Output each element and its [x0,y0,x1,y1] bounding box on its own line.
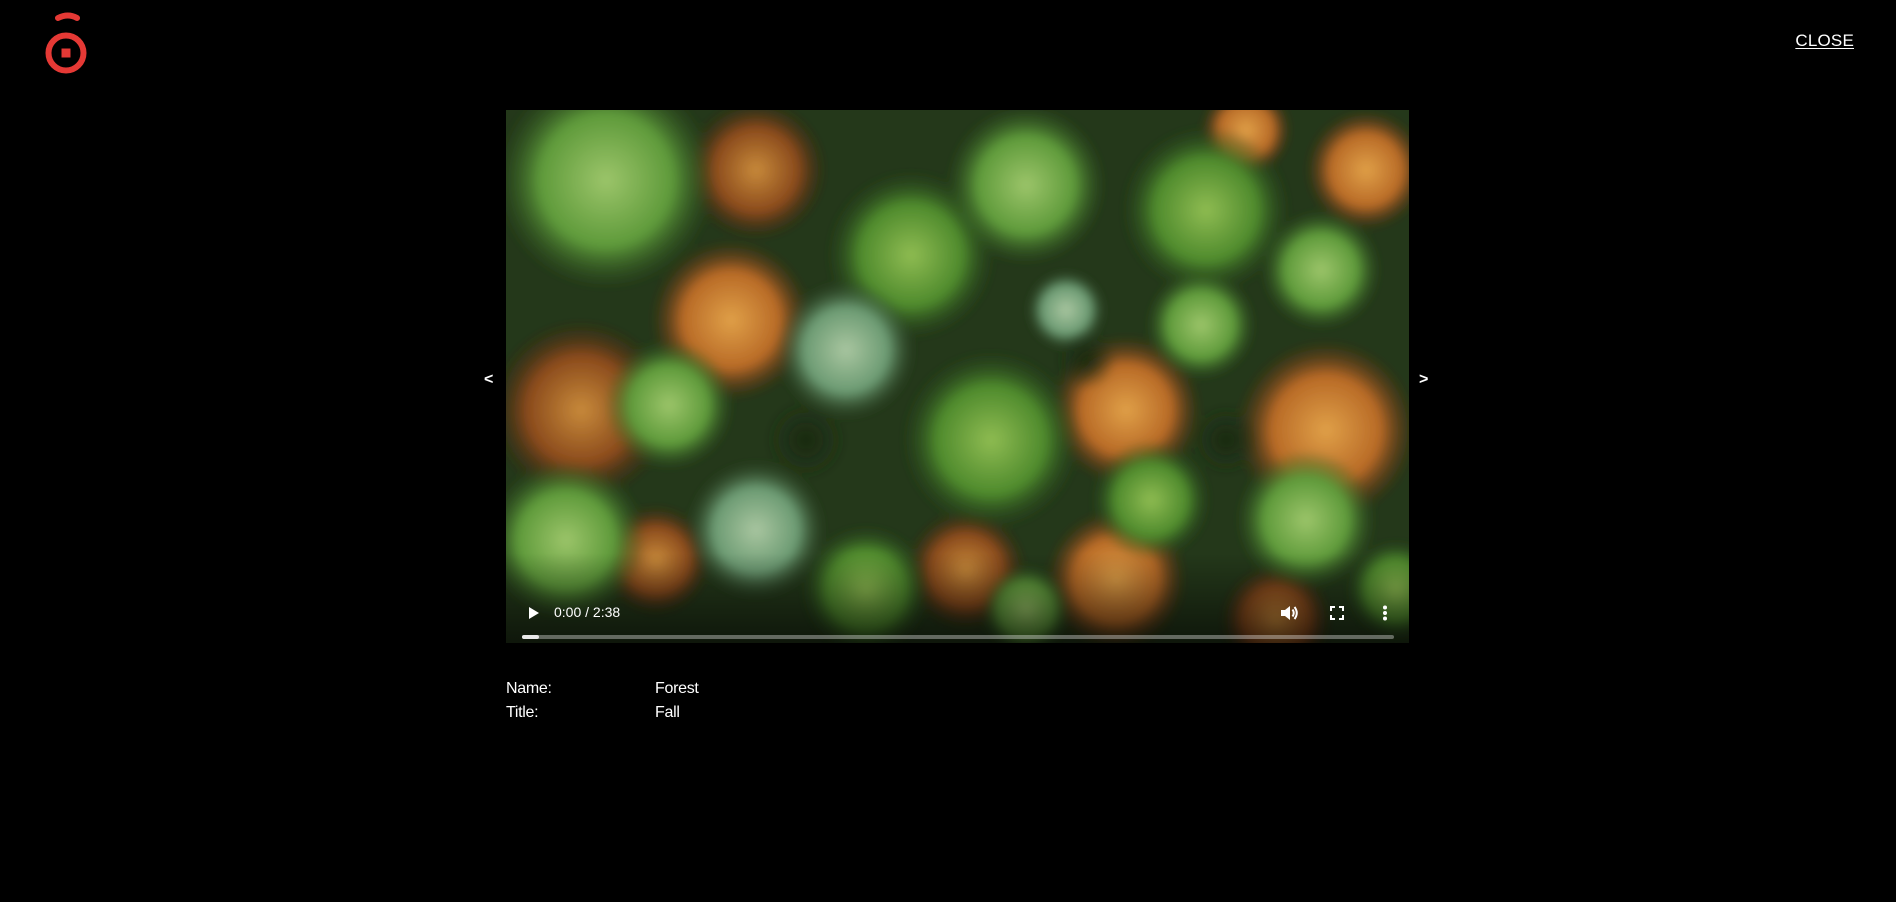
controls-overlay [506,553,1409,643]
title-label: Title: [506,704,539,721]
more-vert-icon[interactable] [1373,601,1397,625]
fullscreen-icon[interactable] [1325,601,1349,625]
current-time: 0:00 [554,604,582,620]
volume-icon[interactable] [1277,601,1301,625]
name-value: Forest [655,680,699,697]
brand-logo[interactable] [44,12,88,74]
time-display: 0:00 / 2:38 [554,604,620,620]
progress-bar[interactable] [522,635,1394,639]
video-player[interactable]: 0:00 / 2:38 [506,110,1409,643]
duration: 2:38 [592,604,621,620]
play-icon[interactable] [522,602,544,624]
name-label: Name: [506,680,552,697]
previous-button[interactable]: < [484,371,493,389]
close-button[interactable]: CLOSE [1795,31,1854,51]
title-row: Title: Fall [506,704,699,728]
title-value: Fall [655,704,680,721]
progress-fill [522,635,540,639]
name-row: Name: Forest [506,680,699,704]
next-button[interactable]: > [1419,371,1428,389]
time-separator: / [581,604,593,620]
video-details: Name: Forest Title: Fall [506,680,699,728]
